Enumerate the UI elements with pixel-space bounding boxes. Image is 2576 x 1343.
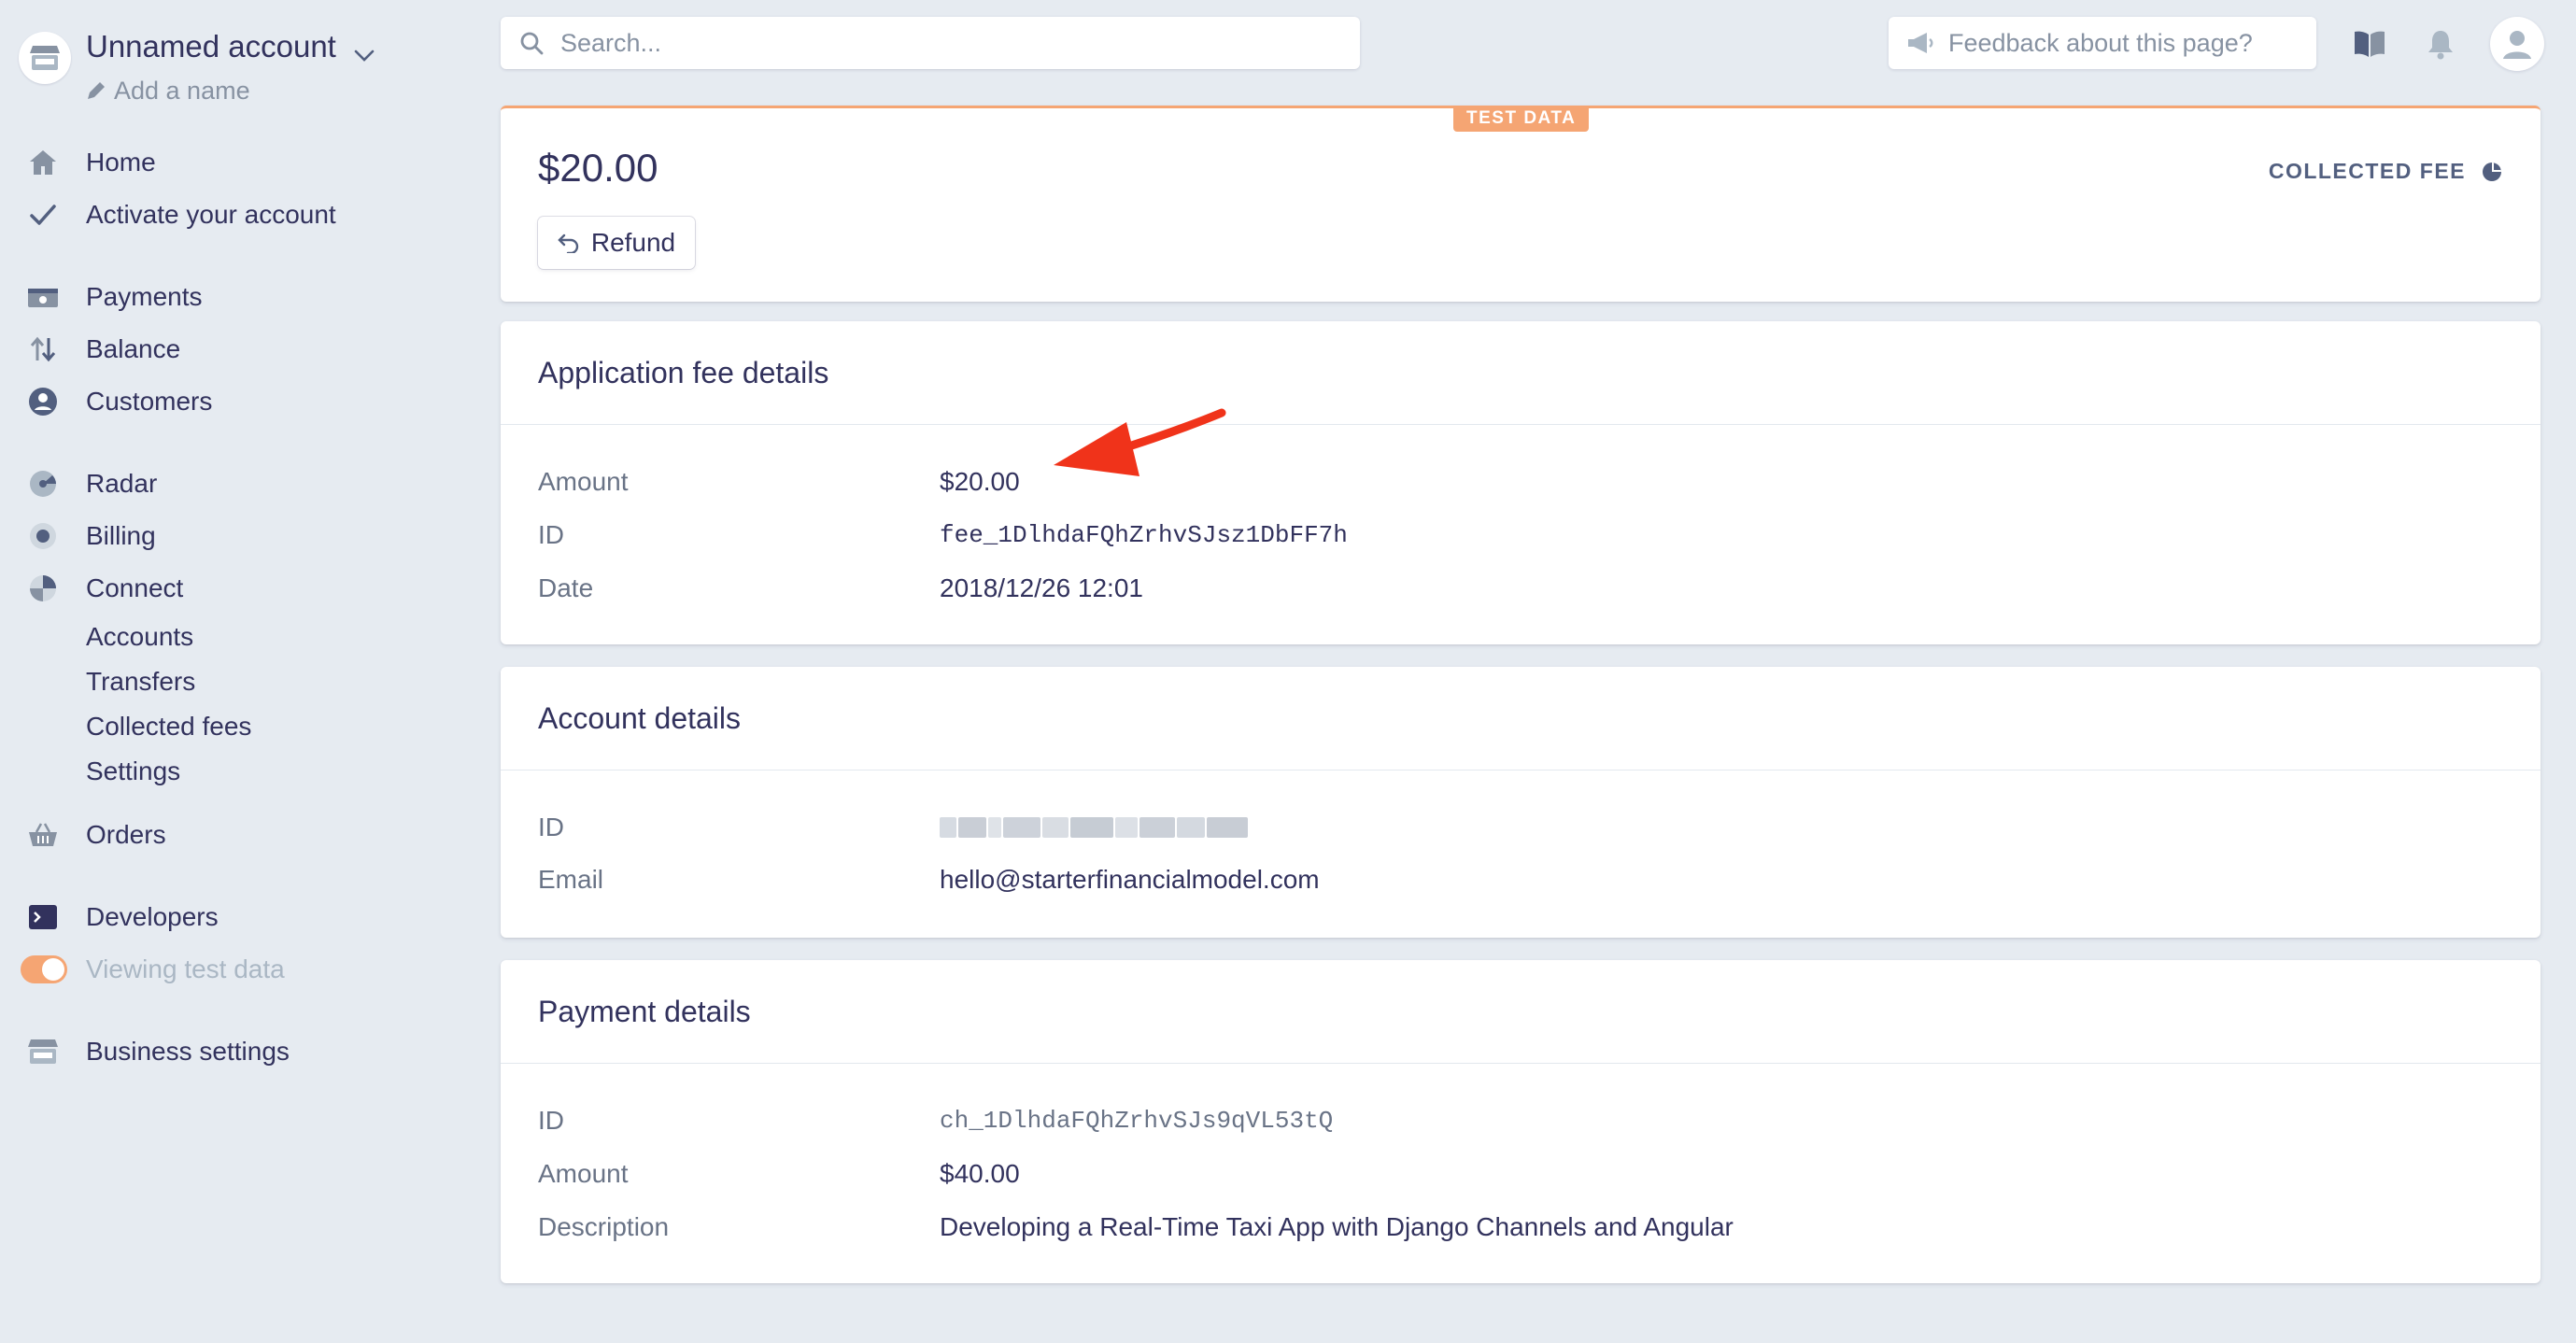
detail-row-amount: Amount $40.00 xyxy=(538,1159,1020,1188)
search-icon xyxy=(519,31,544,55)
detail-row-description: Description Developing a Real-Time Taxi … xyxy=(538,1212,1734,1241)
fee-date-value: 2018/12/26 12:01 xyxy=(940,573,1143,602)
search-input[interactable] xyxy=(559,27,1328,59)
sidebar-item-activate[interactable]: Activate your account xyxy=(26,194,336,235)
add-name-link[interactable]: Add a name xyxy=(86,75,375,106)
store-icon xyxy=(26,1035,60,1068)
sidebar-item-orders[interactable]: Orders xyxy=(26,814,166,855)
application-fee-details-card: Application fee details Amount $20.00 ID… xyxy=(501,321,2541,644)
feedback-button[interactable]: Feedback about this page? xyxy=(1889,17,2316,69)
sidebar-item-connect[interactable]: Connect xyxy=(26,568,183,609)
sidebar-subitem-transfers[interactable]: Transfers xyxy=(86,663,195,700)
sidebar-subitem-collected-fees[interactable]: Collected fees xyxy=(86,708,251,745)
fee-amount: $20.00 xyxy=(538,146,658,190)
test-data-toggle[interactable]: Viewing test data xyxy=(21,949,285,990)
status-badge: COLLECTED FEE xyxy=(2269,159,2503,184)
section-title: Application fee details xyxy=(538,355,829,389)
user-icon xyxy=(2503,31,2531,59)
sidebar-item-business-settings[interactable]: Business settings xyxy=(26,1031,290,1072)
customer-icon xyxy=(26,385,60,418)
sidebar-item-customers[interactable]: Customers xyxy=(26,381,212,422)
radar-icon xyxy=(26,467,60,501)
account-name: Unnamed account xyxy=(86,29,336,64)
sidebar-item-balance[interactable]: Balance xyxy=(26,329,180,370)
sidebar: Unnamed account Add a name Home Activate… xyxy=(0,0,476,1343)
sidebar-subitem-accounts[interactable]: Accounts xyxy=(86,618,193,656)
toggle-switch[interactable] xyxy=(21,955,67,983)
store-icon xyxy=(19,32,71,84)
detail-row-amount: Amount $20.00 xyxy=(538,467,1020,496)
sidebar-item-developers[interactable]: Developers xyxy=(26,897,219,938)
connect-icon xyxy=(26,572,60,605)
payment-amount-value: $40.00 xyxy=(940,1159,1020,1188)
section-title: Payment details xyxy=(538,994,751,1028)
account-switcher[interactable]: Unnamed account Add a name xyxy=(19,21,411,105)
fee-id-value: fee_1DlhdaFQhZrhvSJsz1DbFF7h xyxy=(940,521,1348,549)
docs-book-icon[interactable] xyxy=(2348,22,2391,65)
payment-details-card: Payment details ID ch_1DlhdaFQhZrhvSJs9q… xyxy=(501,960,2541,1283)
payments-icon xyxy=(26,280,60,314)
megaphone-icon xyxy=(1905,31,1935,55)
annotation-arrow xyxy=(1054,408,1226,476)
fee-summary-card: TEST DATA $20.00 Refund COLLECTED FEE xyxy=(501,106,2541,302)
detail-row-date: Date 2018/12/26 12:01 xyxy=(538,573,1143,602)
detail-row-id: ID xyxy=(538,809,1248,846)
user-avatar[interactable] xyxy=(2490,17,2544,71)
sidebar-item-payments[interactable]: Payments xyxy=(26,276,203,318)
pencil-icon xyxy=(88,82,105,99)
pie-status-icon xyxy=(2481,161,2503,183)
home-icon xyxy=(26,146,60,179)
basket-icon xyxy=(26,818,60,852)
account-email-value: hello@starterfinancialmodel.com xyxy=(940,865,1320,894)
divider xyxy=(501,424,2541,425)
test-data-badge: TEST DATA xyxy=(1453,106,1590,132)
section-title: Account details xyxy=(538,700,742,735)
sidebar-item-billing[interactable]: Billing xyxy=(26,516,156,557)
balance-arrows-icon xyxy=(26,332,60,366)
bell-icon[interactable] xyxy=(2419,22,2462,65)
account-id-redacted xyxy=(940,817,1248,838)
detail-row-id: ID ch_1DlhdaFQhZrhvSJs9qVL53tQ xyxy=(538,1106,1334,1135)
divider xyxy=(501,1063,2541,1064)
terminal-icon xyxy=(26,900,60,934)
undo-arrow-icon xyxy=(558,233,580,253)
billing-icon xyxy=(26,519,60,553)
refund-button[interactable]: Refund xyxy=(538,217,695,269)
search-bar[interactable] xyxy=(501,17,1360,69)
account-details-card: Account details ID Email hello@starterfi… xyxy=(501,667,2541,938)
payment-description-value: Developing a Real-Time Taxi App with Dja… xyxy=(940,1212,1734,1241)
detail-row-id: ID fee_1DlhdaFQhZrhvSJsz1DbFF7h xyxy=(538,520,1348,549)
payment-id-link[interactable]: ch_1DlhdaFQhZrhvSJs9qVL53tQ xyxy=(940,1107,1333,1135)
sidebar-subitem-settings[interactable]: Settings xyxy=(86,753,180,790)
sidebar-item-radar[interactable]: Radar xyxy=(26,463,157,504)
chevron-down-icon[interactable] xyxy=(353,34,375,73)
fee-amount-value: $20.00 xyxy=(940,467,1020,496)
check-icon xyxy=(26,198,60,232)
sidebar-item-home[interactable]: Home xyxy=(26,142,156,183)
detail-row-email: Email hello@starterfinancialmodel.com xyxy=(538,865,1320,894)
